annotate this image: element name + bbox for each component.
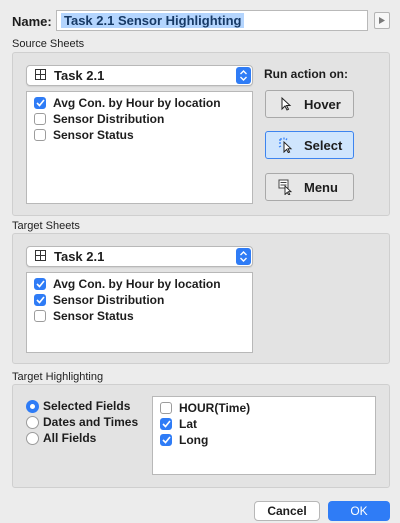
radio-label: Selected Fields <box>43 399 131 413</box>
checkbox-checked-icon[interactable] <box>34 294 46 306</box>
name-input-value[interactable]: Task 2.1 Sensor Highlighting <box>61 13 245 28</box>
list-item-label: Sensor Status <box>53 128 134 142</box>
list-item-label: Lat <box>179 417 197 431</box>
name-label: Name: <box>12 14 52 29</box>
checkbox-unchecked-icon[interactable] <box>34 113 46 125</box>
checkbox-checked-icon[interactable] <box>34 278 46 290</box>
name-input[interactable]: Task 2.1 Sensor Highlighting <box>56 10 368 31</box>
radio-selected-fields[interactable]: Selected Fields <box>26 398 130 414</box>
list-item[interactable]: Sensor Status <box>34 308 134 324</box>
select-cursor-icon <box>278 137 293 153</box>
dashboard-grid-icon <box>35 69 46 80</box>
play-arrow-icon <box>379 17 385 24</box>
radio-unselected-icon[interactable] <box>26 431 39 445</box>
list-item[interactable]: Sensor Distribution <box>34 292 164 308</box>
checkbox-unchecked-icon[interactable] <box>34 129 46 141</box>
cancel-button[interactable]: Cancel <box>254 501 320 521</box>
list-item[interactable]: Avg Con. by Hour by location <box>34 276 221 292</box>
list-item[interactable]: Lat <box>160 416 197 432</box>
radio-label: Dates and Times <box>43 415 139 429</box>
select-label: Select <box>304 137 343 153</box>
list-item-label: Sensor Distribution <box>53 293 165 307</box>
list-item-label: Long <box>179 433 209 447</box>
checkbox-unchecked-icon[interactable] <box>160 402 172 414</box>
radio-dates-and-times[interactable]: Dates and Times <box>26 414 138 430</box>
checkbox-checked-icon[interactable] <box>160 434 172 446</box>
source-dashboard-value: Task 2.1 <box>54 68 105 83</box>
hover-action-button[interactable]: Hover <box>265 90 354 118</box>
run-action-label: Run action on: <box>264 67 348 81</box>
list-item[interactable]: Sensor Distribution <box>34 111 164 127</box>
list-item-label: Avg Con. by Hour by location <box>53 96 221 110</box>
checkbox-unchecked-icon[interactable] <box>34 310 46 322</box>
dashboard-grid-icon <box>35 250 46 261</box>
target-dashboard-dropdown[interactable]: Task 2.1 <box>26 246 253 267</box>
menu-action-button[interactable]: Menu <box>265 173 354 201</box>
ok-button[interactable]: OK <box>328 501 390 521</box>
list-item-label: Avg Con. by Hour by location <box>53 277 221 291</box>
pointer-icon <box>281 96 292 111</box>
list-item-label: Sensor Distribution <box>53 112 165 126</box>
checkbox-checked-icon[interactable] <box>160 418 172 430</box>
list-item[interactable]: Long <box>160 432 208 448</box>
list-item[interactable]: Avg Con. by Hour by location <box>34 95 221 111</box>
list-item[interactable]: HOUR(Time) <box>160 400 250 416</box>
insert-menu-button[interactable] <box>374 12 390 29</box>
menu-label: Menu <box>304 179 338 195</box>
list-item[interactable]: Sensor Status <box>34 127 134 143</box>
hover-label: Hover <box>304 96 341 112</box>
target-dashboard-value: Task 2.1 <box>54 249 105 264</box>
target-highlighting-title: Target Highlighting <box>12 371 104 383</box>
checkbox-checked-icon[interactable] <box>34 97 46 109</box>
dropdown-stepper-icon <box>236 248 251 265</box>
radio-selected-icon[interactable] <box>26 399 39 413</box>
source-sheets-title: Source Sheets <box>12 38 85 50</box>
target-sheets-list: Avg Con. by Hour by location Sensor Dist… <box>26 272 253 353</box>
radio-unselected-icon[interactable] <box>26 415 39 429</box>
source-dashboard-dropdown[interactable]: Task 2.1 <box>26 65 253 86</box>
dropdown-stepper-icon <box>236 67 251 84</box>
list-item-label: Sensor Status <box>53 309 134 323</box>
select-action-button[interactable]: Select <box>265 131 354 159</box>
fields-list: HOUR(Time) Lat Long <box>152 396 376 475</box>
radio-all-fields[interactable]: All Fields <box>26 430 96 446</box>
target-sheets-title: Target Sheets <box>12 220 80 232</box>
radio-label: All Fields <box>43 431 97 445</box>
menu-cursor-icon <box>278 179 293 195</box>
source-sheets-list: Avg Con. by Hour by location Sensor Dist… <box>26 91 253 204</box>
list-item-label: HOUR(Time) <box>179 401 251 415</box>
